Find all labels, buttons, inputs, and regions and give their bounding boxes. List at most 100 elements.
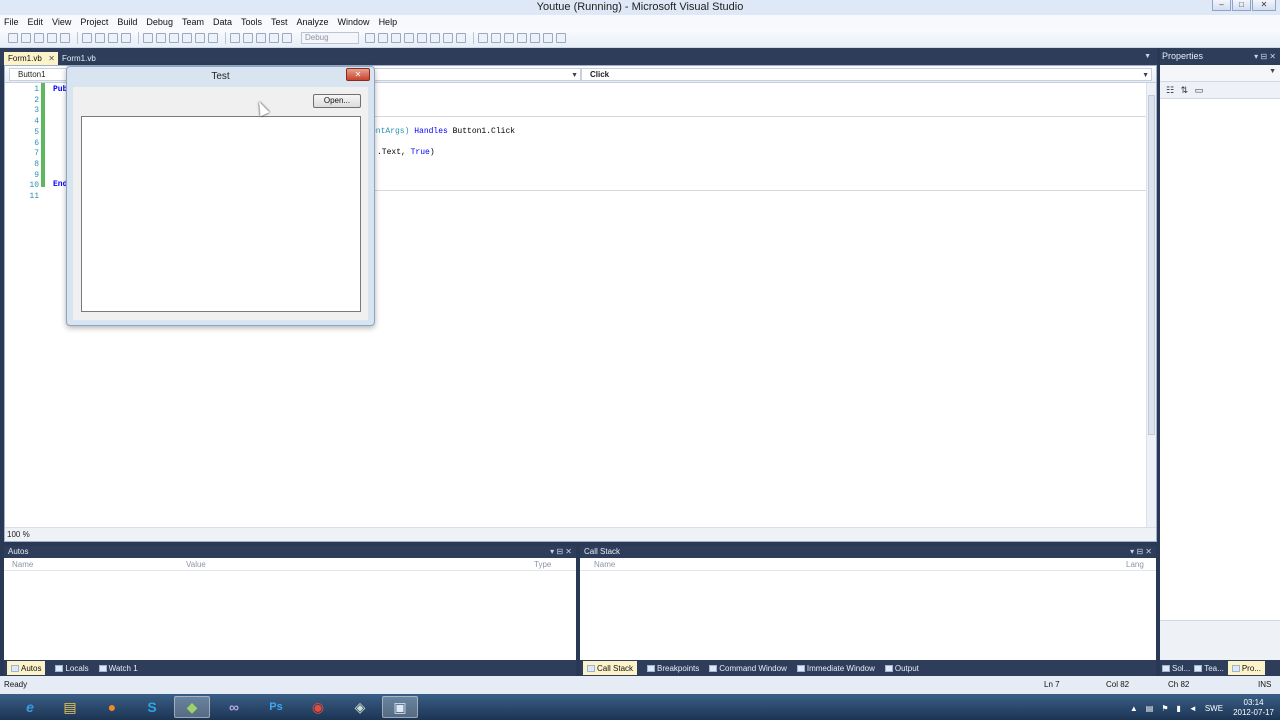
new-project-icon[interactable] xyxy=(8,33,18,43)
copy-icon[interactable] xyxy=(95,33,105,43)
menu-build[interactable]: Build xyxy=(117,17,137,27)
step-out-icon[interactable] xyxy=(504,33,514,43)
property-pages-icon[interactable]: ▭ xyxy=(1195,85,1204,96)
alphabetical-icon[interactable]: ⇅ xyxy=(1181,85,1189,96)
photoshop-icon[interactable]: Ps xyxy=(258,696,294,718)
visual-studio-icon[interactable]: ∞ xyxy=(216,696,252,718)
show-threads-icon[interactable] xyxy=(530,33,540,43)
tab-locals[interactable]: Locals xyxy=(55,664,89,673)
show-next-statement-icon[interactable] xyxy=(478,33,488,43)
column-type[interactable]: Type xyxy=(534,558,551,571)
flag-icon[interactable]: ⚑ xyxy=(1161,704,1168,713)
object-browser-icon[interactable] xyxy=(391,33,401,43)
find-icon[interactable] xyxy=(121,33,131,43)
redo-icon[interactable] xyxy=(182,33,192,43)
tab-breakpoints[interactable]: Breakpoints xyxy=(647,664,699,673)
chrome-icon[interactable]: ◉ xyxy=(300,696,336,718)
column-name[interactable]: Name xyxy=(594,558,615,571)
menu-team[interactable]: Team xyxy=(182,17,204,27)
toolbar-options-icon[interactable] xyxy=(556,33,566,43)
solution-explorer-icon[interactable] xyxy=(365,33,375,43)
column-name[interactable]: Name xyxy=(12,558,33,571)
internet-explorer-icon[interactable]: e xyxy=(12,696,48,718)
tab-call-stack[interactable]: Call Stack xyxy=(583,661,638,675)
step-into-icon[interactable] xyxy=(491,33,501,43)
menu-analyze[interactable]: Analyze xyxy=(297,17,329,27)
network-icon[interactable]: ▤ xyxy=(1146,704,1154,713)
navigate-forward-icon[interactable] xyxy=(208,33,218,43)
menu-help[interactable]: Help xyxy=(379,17,398,27)
menu-test[interactable]: Test xyxy=(271,17,288,27)
tab-immediate-window[interactable]: Immediate Window xyxy=(796,664,875,673)
app-icon[interactable]: ◆ xyxy=(174,696,210,718)
solution-config-dropdown[interactable]: Debug xyxy=(301,32,359,44)
save-icon[interactable] xyxy=(47,33,57,43)
extension-manager-icon[interactable] xyxy=(430,33,440,43)
clock[interactable]: 03:14 2012-07-17 xyxy=(1233,698,1274,718)
team-explorer-icon[interactable] xyxy=(443,33,453,43)
menu-edit[interactable]: Edit xyxy=(28,17,44,27)
restart-icon[interactable] xyxy=(269,33,279,43)
tab-autos[interactable]: Autos xyxy=(7,661,46,675)
categorized-icon[interactable]: ☷ xyxy=(1166,85,1174,96)
tab-solution-explorer[interactable]: Sol... xyxy=(1162,664,1190,673)
comment-icon[interactable] xyxy=(143,33,153,43)
step-over-icon[interactable] xyxy=(282,33,292,43)
paste-icon[interactable] xyxy=(108,33,118,43)
toolbox-icon[interactable] xyxy=(404,33,414,43)
close-window-button[interactable]: ✕ xyxy=(1252,0,1276,11)
test-form-icon[interactable]: ▣ xyxy=(382,696,418,718)
app-icon[interactable]: ◈ xyxy=(342,696,378,718)
tab-form1-design[interactable]: Form1.vb [Design] xyxy=(58,52,130,76)
hex-display-icon[interactable] xyxy=(517,33,527,43)
column-value[interactable]: Value xyxy=(186,558,206,571)
signal-icon[interactable]: ▮ xyxy=(1177,704,1181,713)
skype-icon[interactable]: S xyxy=(134,696,170,718)
menu-file[interactable]: File xyxy=(4,17,19,27)
file-explorer-icon[interactable]: ▤ xyxy=(52,696,88,718)
vertical-scrollbar[interactable] xyxy=(1146,83,1156,528)
properties-window-icon[interactable] xyxy=(378,33,388,43)
panel-controls[interactable]: ▾ ⊟ ✕ xyxy=(1254,48,1276,65)
cut-icon[interactable] xyxy=(82,33,92,43)
tab-watch-1[interactable]: Watch 1 xyxy=(98,664,138,673)
dialog-close-button[interactable]: ✕ xyxy=(346,68,370,81)
zoom-level[interactable]: 100 % xyxy=(7,529,30,541)
column-lang[interactable]: Lang xyxy=(1126,558,1144,571)
save-all-icon[interactable] xyxy=(60,33,70,43)
method-name-dropdown[interactable]: Click ▼ xyxy=(581,68,1152,81)
object-selector-dropdown[interactable]: ▼ xyxy=(1160,65,1280,82)
open-file-icon[interactable] xyxy=(34,33,44,43)
menu-window[interactable]: Window xyxy=(338,17,370,27)
break-all-icon[interactable] xyxy=(243,33,253,43)
attach-process-icon[interactable] xyxy=(543,33,553,43)
language-indicator[interactable]: SWE xyxy=(1205,704,1223,713)
navigate-back-icon[interactable] xyxy=(195,33,205,43)
scrollbar-thumb[interactable] xyxy=(1148,95,1155,435)
start-debugging-icon[interactable] xyxy=(230,33,240,43)
uncomment-icon[interactable] xyxy=(156,33,166,43)
firefox-icon[interactable]: ● xyxy=(94,696,130,718)
menu-tools[interactable]: Tools xyxy=(241,17,262,27)
horizontal-scrollbar[interactable]: 100 % xyxy=(5,527,1156,541)
volume-icon[interactable]: ◄ xyxy=(1189,704,1197,713)
menu-debug[interactable]: Debug xyxy=(146,17,173,27)
panel-controls[interactable]: ▾ ⊟ ✕ xyxy=(550,546,572,558)
tab-properties[interactable]: Pro... xyxy=(1227,661,1265,675)
open-button[interactable]: Open... xyxy=(313,94,361,108)
menu-view[interactable]: View xyxy=(52,17,71,27)
panel-controls[interactable]: ▾ ⊟ ✕ xyxy=(1130,546,1152,558)
tab-command-window[interactable]: Command Window xyxy=(709,664,787,673)
maximize-button[interactable]: □ xyxy=(1232,0,1251,11)
close-tab-icon[interactable]: ✕ xyxy=(48,52,55,65)
tab-output[interactable]: Output xyxy=(884,664,919,673)
show-hidden-icons[interactable]: ▲ xyxy=(1130,704,1138,713)
menu-project[interactable]: Project xyxy=(80,17,108,27)
content-textbox[interactable] xyxy=(81,116,361,312)
start-page-icon[interactable] xyxy=(417,33,427,43)
stop-debugging-icon[interactable] xyxy=(256,33,266,43)
tab-form1-vb[interactable]: Form1.vb ✕ xyxy=(4,52,58,65)
add-item-icon[interactable] xyxy=(21,33,31,43)
tab-team-explorer[interactable]: Tea... xyxy=(1194,664,1224,673)
breakpoint-icon[interactable] xyxy=(456,33,466,43)
